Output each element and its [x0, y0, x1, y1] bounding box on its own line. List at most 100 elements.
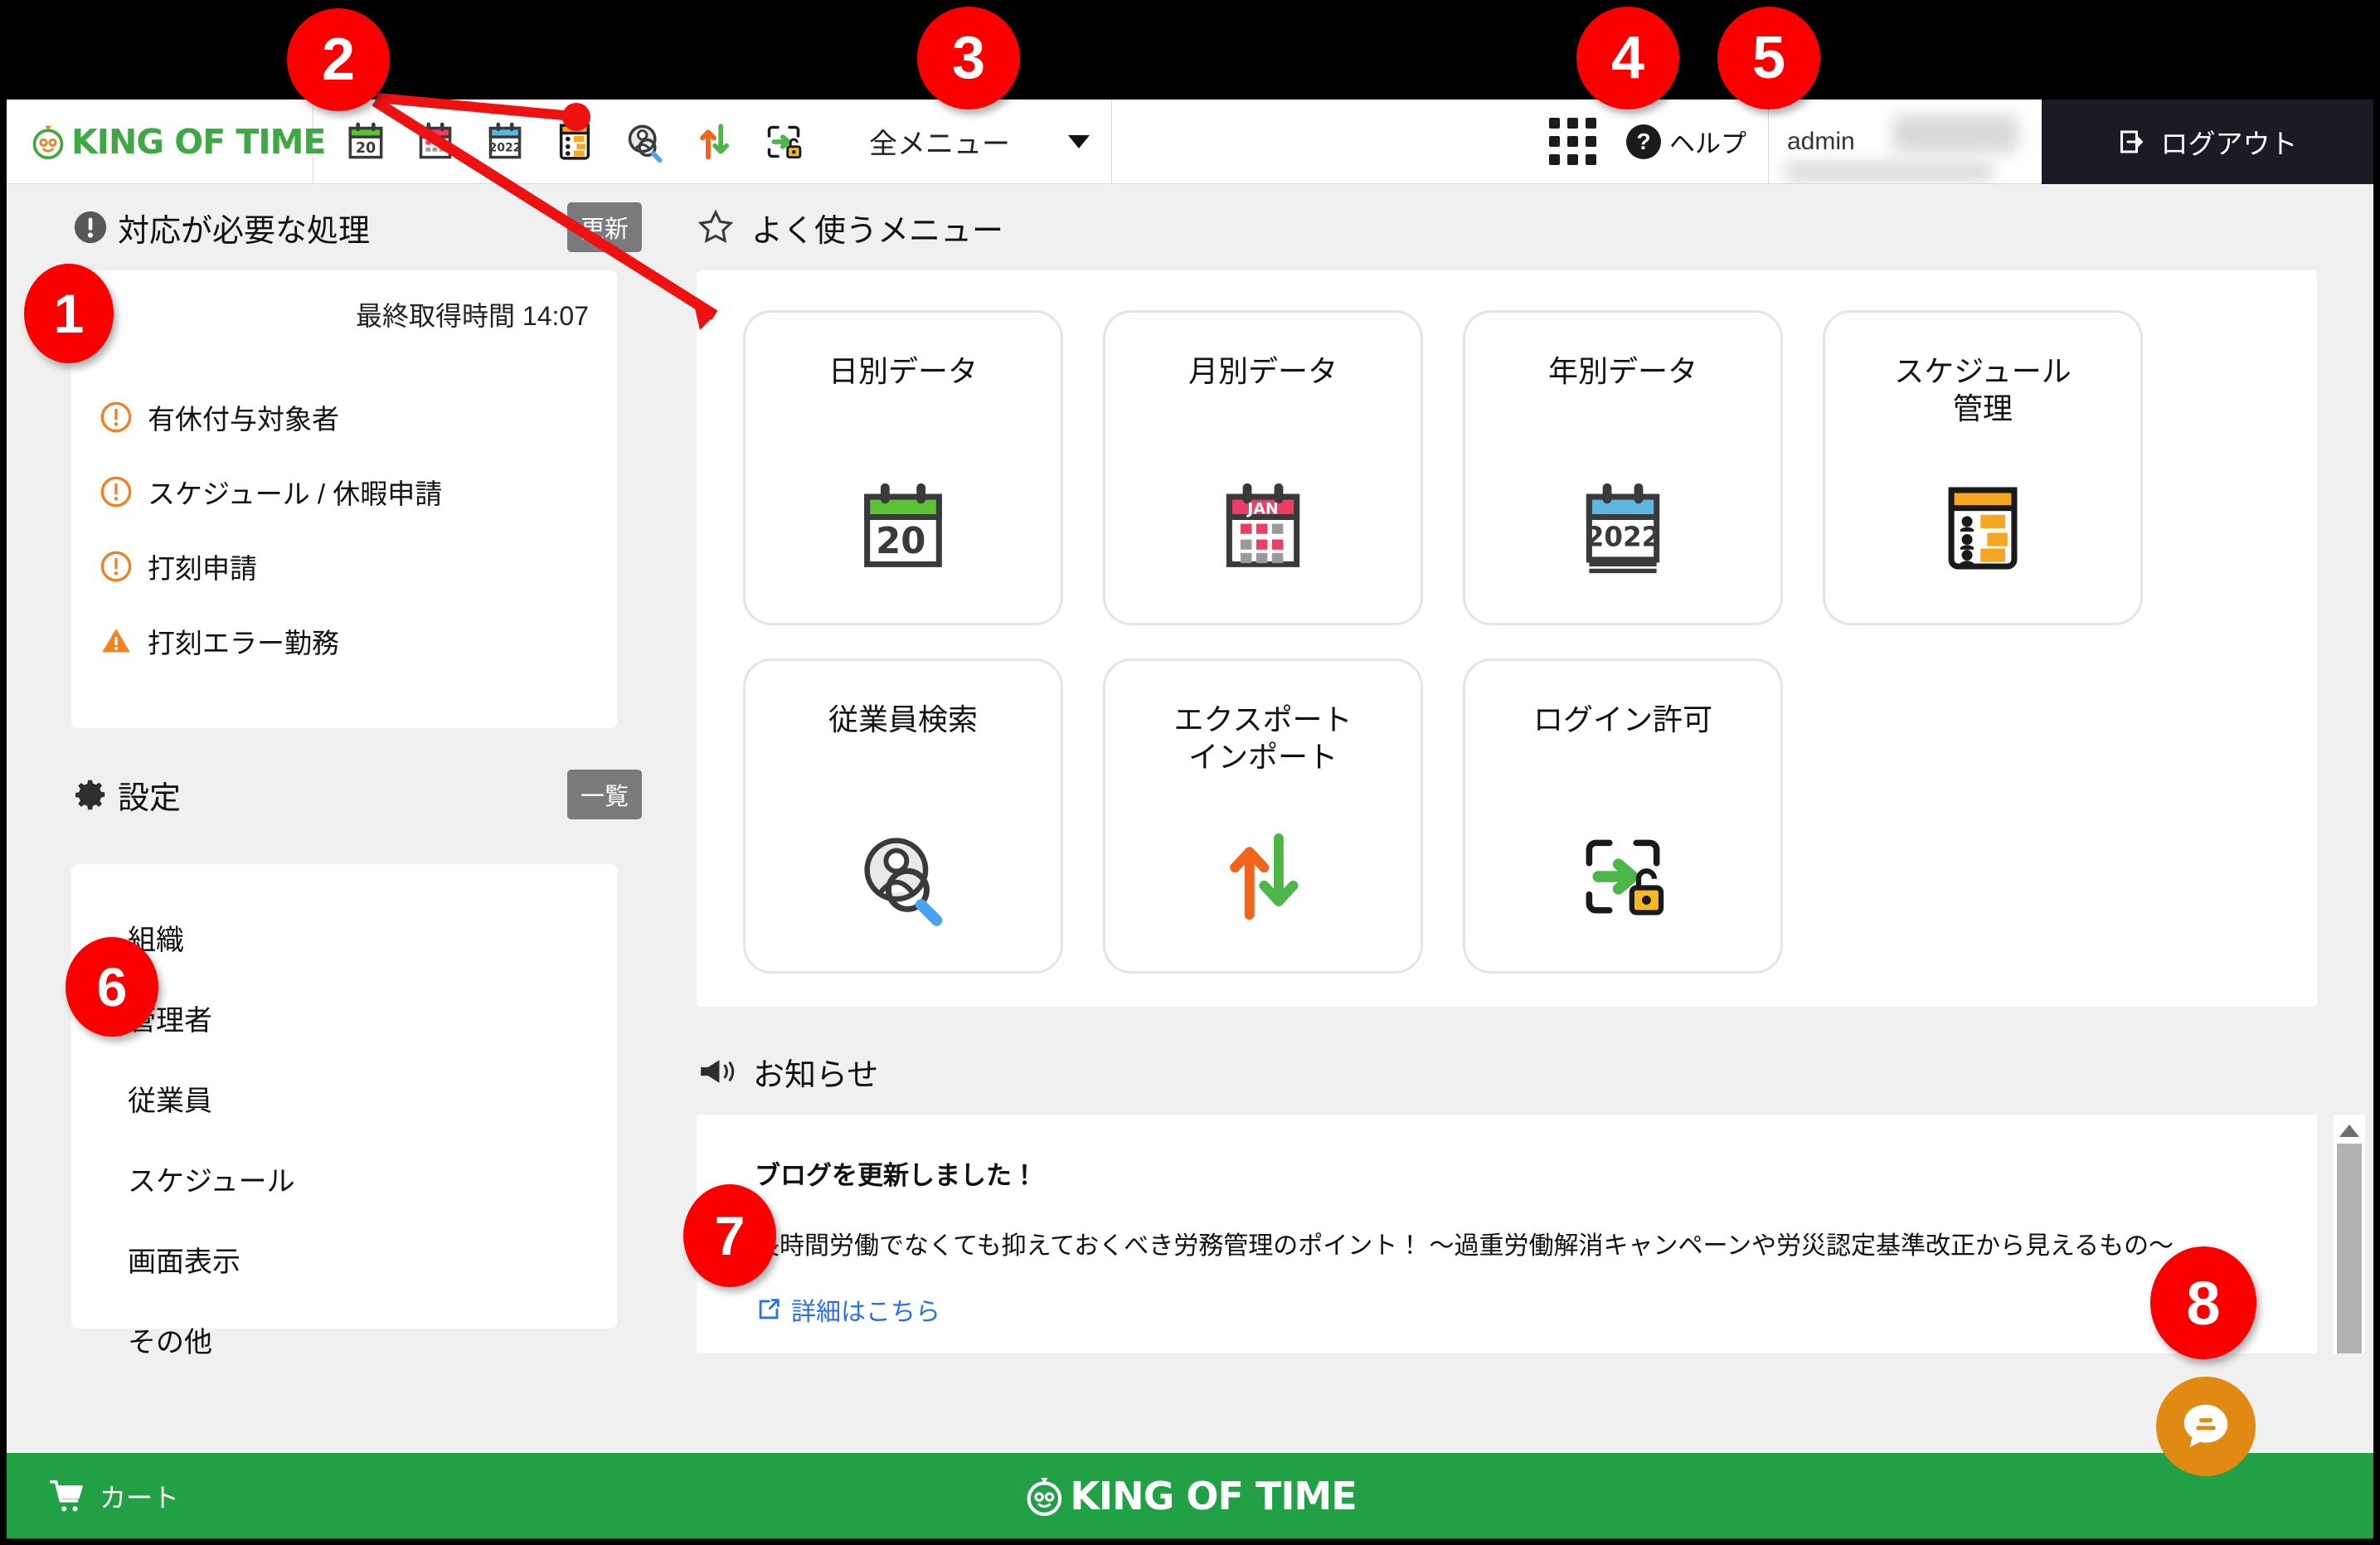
settings-item-other[interactable]: その他 — [100, 1300, 589, 1380]
notice-link-label: 詳細はこちら — [791, 1299, 940, 1326]
annotation-badge-6: 6 — [66, 937, 158, 1037]
employee-search-icon[interactable] — [620, 118, 668, 166]
daily-data-icon[interactable]: 20 — [342, 118, 390, 166]
monthly-data-icon[interactable] — [411, 118, 459, 166]
warning-circle-icon — [100, 401, 132, 433]
card-login-permission[interactable]: ログイン許可 — [1463, 658, 1783, 974]
kot-bird-icon — [1027, 1477, 1062, 1516]
app-grid-button[interactable] — [1524, 100, 1621, 184]
alert-label: スケジュール / 休暇申請 — [148, 479, 443, 509]
refresh-button[interactable]: 更新 — [566, 202, 642, 252]
export-import-icon[interactable] — [690, 118, 738, 166]
yearly-data-icon[interactable]: 2022 — [481, 118, 529, 166]
favorites-card-panel: 日別データ 20 月別データ JAN 年別データ 2022 スケジュール 管理 … — [697, 270, 2317, 1007]
admin-account-info[interactable]: admin — [1768, 100, 2042, 184]
notice-header: お知らせ — [662, 1028, 2373, 1115]
footer-brand-name: KING OF TIME — [1070, 1473, 1357, 1518]
calendar-year-icon: 2022 — [1569, 474, 1677, 586]
card-employee-search[interactable]: 従業員検索 — [743, 658, 1063, 974]
annotation-badge-5: 5 — [1717, 7, 1820, 109]
left-sidebar: 対応が必要な処理 更新 最終取得時間 14:07 有休付与対象者 スケジュール … — [7, 184, 662, 1453]
alert-item-timestamp-error[interactable]: 打刻エラー勤務 — [100, 604, 589, 678]
all-menu-label: 全メニュー — [869, 129, 1010, 160]
notice-detail-link[interactable]: 詳細はこちら — [755, 1291, 2274, 1328]
screenshot-root: KING OF TIME 20 2022 全メニュー ? ヘルプ admin ロ… — [0, 0, 2380, 1545]
scrollbar-thumb[interactable] — [2337, 1144, 2362, 1353]
settings-item-employee[interactable]: 従業員 — [100, 1058, 589, 1139]
annotation-badge-2: 2 — [287, 8, 390, 111]
badge-number: 2 — [321, 27, 356, 93]
alert-item-paid-leave[interactable]: 有休付与対象者 — [100, 380, 589, 454]
card-schedule-management[interactable]: スケジュール 管理 — [1823, 310, 2143, 625]
app-footer: カート KING OF TIME — [7, 1453, 2373, 1538]
all-menu-dropdown[interactable]: 全メニュー — [854, 100, 1112, 184]
badge-number: 7 — [714, 1205, 746, 1266]
chat-bubble-icon — [2183, 1404, 2228, 1448]
badge-number: 5 — [1751, 25, 1786, 91]
annotation-badge-1: 1 — [24, 264, 114, 363]
favorites-row-1: 日別データ 20 月別データ JAN 年別データ 2022 スケジュール 管理 — [697, 310, 2317, 625]
external-link-icon — [759, 1299, 780, 1319]
notice-headline: ブログを更新しました！ — [755, 1161, 1037, 1190]
header-right-group: ? ヘルプ admin ログアウト — [1524, 100, 2373, 184]
favorites-header: よく使うメニュー — [662, 184, 2373, 270]
last-fetch-value: 14:07 — [522, 301, 589, 331]
card-export-import[interactable]: エクスポート インポート — [1103, 658, 1423, 974]
login-lock-icon — [1569, 823, 1677, 935]
schedule-board-icon — [1929, 474, 2037, 586]
annotation-badge-7: 7 — [683, 1184, 776, 1287]
brand-name: KING OF TIME — [71, 121, 326, 162]
settings-item-screen-display[interactable]: 画面表示 — [100, 1219, 589, 1300]
question-mark-icon: ? — [1626, 124, 1661, 159]
brand-logo[interactable]: KING OF TIME — [7, 100, 326, 184]
schedule-management-icon[interactable] — [551, 118, 599, 166]
alert-item-timestamp-request[interactable]: 打刻申請 — [100, 529, 589, 604]
settings-section-header: 設定 一覧 — [7, 751, 662, 838]
cart-label: カート — [100, 1482, 180, 1513]
notice-body: 長時間労働でなくても抑えておくべき労務管理のポイント！ ～過重労働解消キャンペー… — [755, 1232, 2174, 1260]
warning-triangle-icon — [102, 629, 130, 653]
cart-button[interactable]: カート — [7, 1477, 179, 1515]
settings-item-schedule[interactable]: スケジュール — [100, 1139, 589, 1219]
settings-item-administrator[interactable]: 管理者 — [100, 978, 589, 1058]
app-window: KING OF TIME 20 2022 全メニュー ? ヘルプ admin ロ… — [7, 100, 2373, 1538]
card-monthly-data[interactable]: 月別データ JAN — [1103, 310, 1423, 625]
login-permission-icon[interactable] — [760, 118, 808, 166]
alert-item-schedule-leave-request[interactable]: スケジュール / 休暇申請 — [100, 454, 589, 529]
settings-section-title: 設定 — [118, 780, 182, 816]
calendar-day-icon: 20 — [849, 474, 957, 586]
list-button[interactable]: 一覧 — [566, 770, 642, 819]
favorites-title: よく使うメニュー — [751, 213, 1004, 249]
notice-panel: ブログを更新しました！ 長時間労働でなくても抑えておくべき労務管理のポイント！ … — [697, 1115, 2365, 1353]
card-daily-data[interactable]: 日別データ 20 — [743, 310, 1063, 625]
kot-bird-icon — [32, 125, 64, 159]
warning-circle-icon — [100, 551, 132, 582]
card-label: エクスポート インポート — [1173, 702, 1353, 774]
badge-number: 8 — [2186, 1268, 2221, 1338]
help-button[interactable]: ? ヘルプ — [1621, 100, 1768, 184]
alerts-section-header: 対応が必要な処理 更新 — [7, 184, 662, 270]
app-header: KING OF TIME 20 2022 全メニュー ? ヘルプ admin ロ… — [7, 100, 2373, 184]
last-fetch-time: 最終取得時間 14:07 — [100, 295, 589, 333]
svg-text:20: 20 — [876, 521, 925, 562]
card-label: 従業員検索 — [828, 702, 978, 736]
star-icon — [697, 209, 734, 244]
header-toolbar: 20 2022 — [313, 118, 808, 166]
notice-title: お知らせ — [753, 1057, 879, 1093]
chevron-down-icon — [1068, 134, 1090, 148]
notice-scrollbar[interactable] — [2334, 1115, 2365, 1353]
badge-number: 1 — [53, 283, 85, 344]
scroll-up-arrow-icon[interactable] — [2339, 1125, 2359, 1137]
person-search-icon — [849, 823, 957, 935]
card-label: 月別データ — [1188, 354, 1338, 388]
chat-support-button[interactable] — [2156, 1377, 2256, 1476]
settings-item-organization[interactable]: 組織 — [100, 897, 589, 978]
favorites-row-2: 従業員検索 エクスポート インポート ログイン許可 — [697, 658, 2317, 974]
logout-label: ログアウト — [2160, 128, 2298, 159]
svg-text:JAN: JAN — [1246, 499, 1279, 517]
card-yearly-data[interactable]: 年別データ 2022 — [1463, 310, 1783, 625]
logout-button[interactable]: ログアウト — [2042, 100, 2373, 184]
annotation-badge-3: 3 — [917, 7, 1020, 109]
gear-icon — [75, 780, 105, 810]
card-label: スケジュール 管理 — [1894, 354, 2072, 425]
